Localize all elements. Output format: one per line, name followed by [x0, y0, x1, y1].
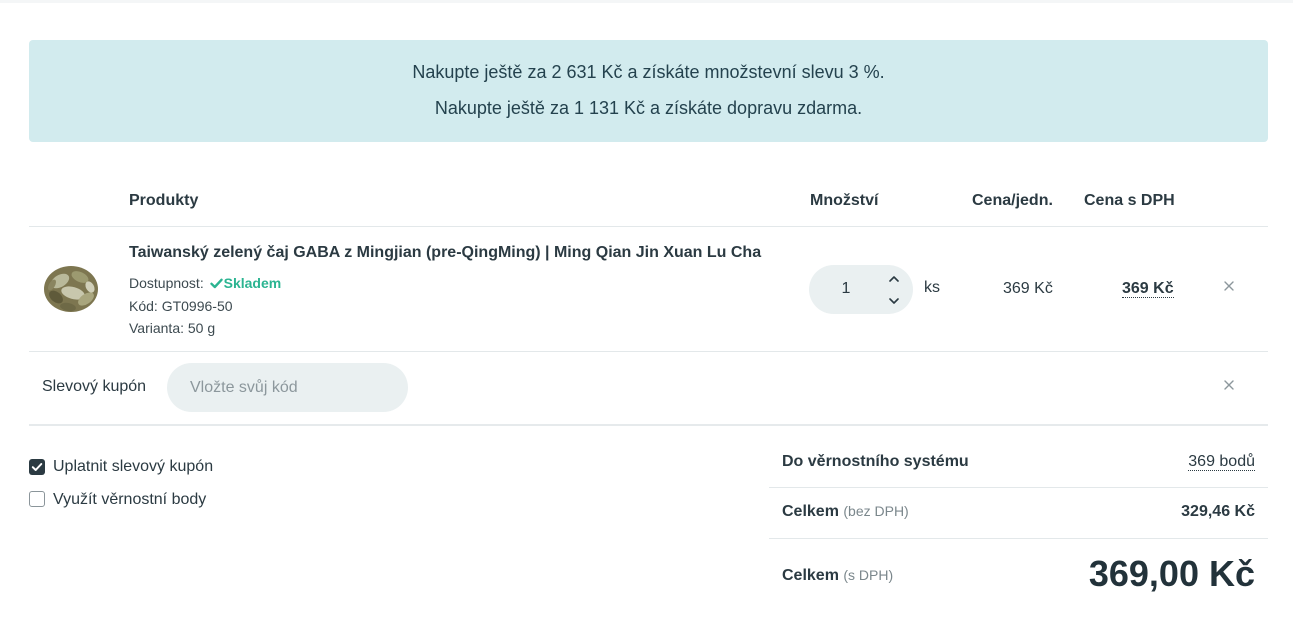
product-availability: Dostupnost: Skladem: [129, 275, 281, 291]
free-shipping-banner: Nakupte ještě za 2 631 Kč a získáte množ…: [29, 40, 1268, 142]
use-points-label[interactable]: Využít věrnostní body: [53, 491, 206, 509]
total-gross-row-label: Celkem (s DPH): [782, 567, 893, 585]
availability-label: Dostupnost:: [129, 275, 204, 291]
checkbox-empty-icon[interactable]: [29, 491, 45, 507]
table-header-divider: [29, 226, 1268, 227]
check-icon: [209, 278, 223, 289]
total-net-label: Celkem: [782, 503, 839, 520]
banner-discount-message: Nakupte ještě za 2 631 Kč a získáte množ…: [412, 62, 885, 82]
coupon-label: Slevový kupón: [42, 378, 147, 395]
quantity-unit: ks: [924, 279, 940, 296]
column-header-unit-price: Cena/jedn.: [972, 192, 1053, 209]
chevron-down-icon[interactable]: [886, 295, 902, 307]
total-net-row-label: Celkem (bez DPH): [782, 503, 909, 521]
summary-divider: [769, 487, 1268, 488]
product-variant: Varianta: 50 g: [129, 320, 216, 336]
banner-shipping-message: Nakupte ještě za 1 131 Kč a získáte dopr…: [434, 98, 863, 118]
loyalty-points-value: 369 bodů: [1188, 453, 1255, 471]
column-header-products: Produkty: [129, 192, 199, 209]
apply-coupon-label[interactable]: Uplatnit slevový kupón: [53, 458, 213, 476]
product-thumbnail[interactable]: [40, 261, 102, 317]
quantity-stepper[interactable]: 1: [809, 265, 913, 314]
product-code: Kód: GT0996-50: [129, 298, 233, 314]
row-total-price: 369 Kč: [1122, 280, 1174, 298]
product-name-link[interactable]: Taiwanský zelený čaj GABA z Mingjian (pr…: [129, 244, 761, 262]
total-gross-value: 369,00 Kč: [1088, 553, 1255, 594]
total-net-note: (bez DPH): [843, 503, 909, 519]
row-divider: [29, 351, 1268, 352]
close-icon[interactable]: [1222, 378, 1236, 392]
availability-status: Skladem: [223, 275, 282, 291]
column-header-quantity: Množství: [810, 192, 879, 209]
top-divider: [0, 0, 1293, 3]
unit-price: 369 Kč: [1003, 280, 1053, 297]
total-gross-label: Celkem: [782, 567, 839, 584]
total-net-value: 329,46 Kč: [1181, 503, 1255, 520]
loyalty-label: Do věrnostního systému: [782, 453, 969, 470]
checkbox-checked-icon[interactable]: [29, 459, 45, 475]
close-icon[interactable]: [1222, 279, 1236, 293]
quantity-value[interactable]: 1: [809, 280, 883, 298]
summary-divider: [769, 538, 1268, 539]
total-gross-note: (s DPH): [843, 567, 894, 583]
column-header-total: Cena s DPH: [1084, 192, 1175, 209]
chevron-up-icon[interactable]: [886, 273, 902, 285]
section-divider: [29, 424, 1268, 426]
coupon-code-input[interactable]: [167, 363, 408, 412]
